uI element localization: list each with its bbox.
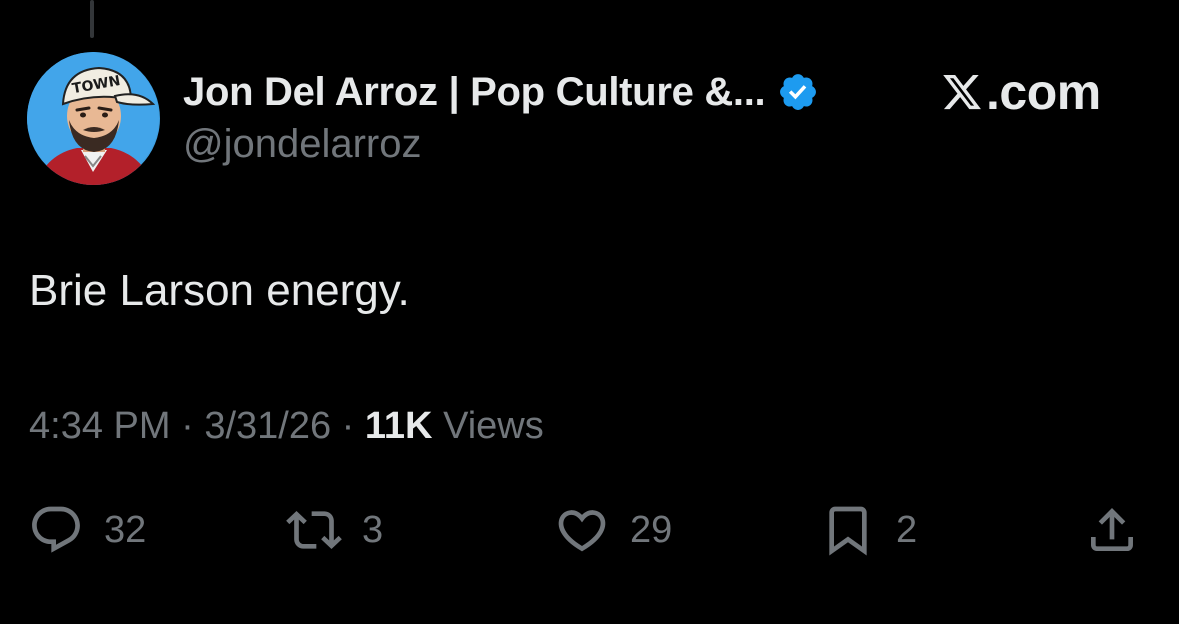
bookmark-icon xyxy=(820,502,876,558)
tweet-text: Brie Larson energy. xyxy=(29,266,410,315)
author-name-row[interactable]: Jon Del Arroz | Pop Culture &... xyxy=(183,68,819,116)
reply-icon xyxy=(28,502,84,558)
brand-watermark: .com xyxy=(940,62,1101,122)
meta-separator: · xyxy=(170,405,205,447)
like-button[interactable]: 29 xyxy=(554,500,672,560)
avatar[interactable]: TOWN xyxy=(27,52,160,185)
tweet-meta: 4:34 PM · 3/31/26 · 11K Views xyxy=(29,405,544,448)
repost-icon xyxy=(286,502,342,558)
bookmark-count: 2 xyxy=(896,508,918,551)
meta-separator: · xyxy=(331,405,365,447)
verified-badge-icon xyxy=(777,71,819,113)
action-bar: 32 3 29 2 xyxy=(0,500,1179,560)
author-display-name[interactable]: Jon Del Arroz | Pop Culture &... xyxy=(183,70,766,115)
share-button[interactable] xyxy=(1084,500,1140,560)
tweet-date[interactable]: 3/31/26 xyxy=(204,405,331,447)
views-label: Views xyxy=(432,405,544,447)
x-logo-icon xyxy=(940,71,984,113)
heart-icon xyxy=(554,502,610,558)
thread-connector-line xyxy=(90,0,94,38)
repost-count: 3 xyxy=(362,508,384,551)
views-count: 11K xyxy=(364,405,433,447)
brand-domain-text: .com xyxy=(986,64,1101,120)
reply-button[interactable]: 32 xyxy=(28,500,146,560)
share-icon xyxy=(1084,502,1140,558)
author-handle[interactable]: @jondelarroz xyxy=(183,122,422,167)
repost-button[interactable]: 3 xyxy=(286,500,383,560)
avatar-image: TOWN xyxy=(27,52,160,185)
tweet-time[interactable]: 4:34 PM xyxy=(29,405,171,447)
like-count: 29 xyxy=(630,508,673,551)
reply-count: 32 xyxy=(104,508,147,551)
bookmark-button[interactable]: 2 xyxy=(820,500,917,560)
